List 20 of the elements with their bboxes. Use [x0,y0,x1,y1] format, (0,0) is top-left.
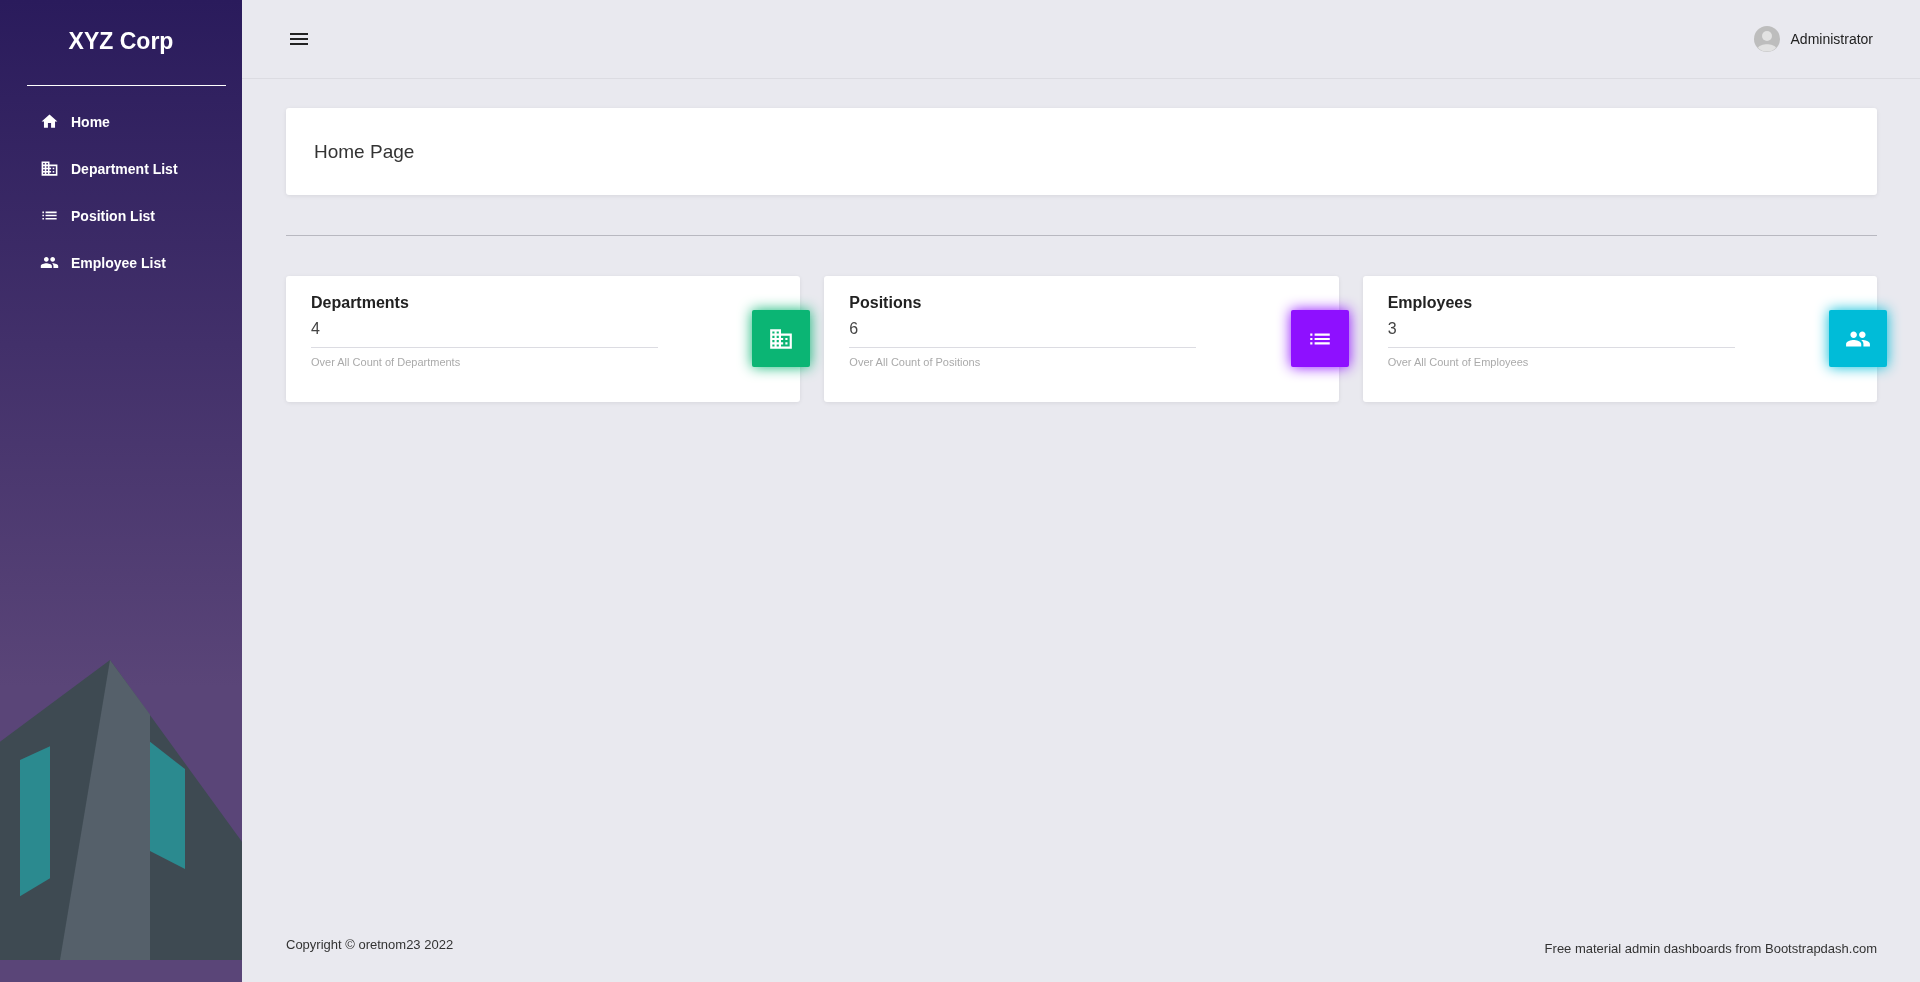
sidebar-item[interactable]: Department List [0,145,178,192]
stat-title: Positions [849,294,923,312]
stat-value: 6 [849,320,860,338]
stat-value: 4 [311,320,321,338]
stat-caption: Over All Count of Departments [311,356,462,368]
stat-caption: Over All Count of Positions [849,356,982,368]
sidebar-item[interactable]: Position List [0,192,155,239]
user-name[interactable]: Administrator [1790,31,1873,47]
stat-title: Employees [1387,294,1474,312]
home-icon [40,112,59,131]
copyright-text: Copyright © oretnom23 2022 [286,937,454,952]
credit-text: Free material admin dashboards from Bootstrapdash.com [1544,941,1877,956]
sidebar-item[interactable]: Employee List [0,239,166,286]
stat-title: Departments [311,294,410,312]
page-title: Home Page [314,140,415,163]
stat-value: 3 [1387,320,1398,338]
stat-caption: Over All Count of Employees [1387,356,1530,368]
building-icon [40,159,59,178]
sidebar-item[interactable]: Home [0,98,110,145]
brand-title: XYZ Corp [68,27,174,55]
